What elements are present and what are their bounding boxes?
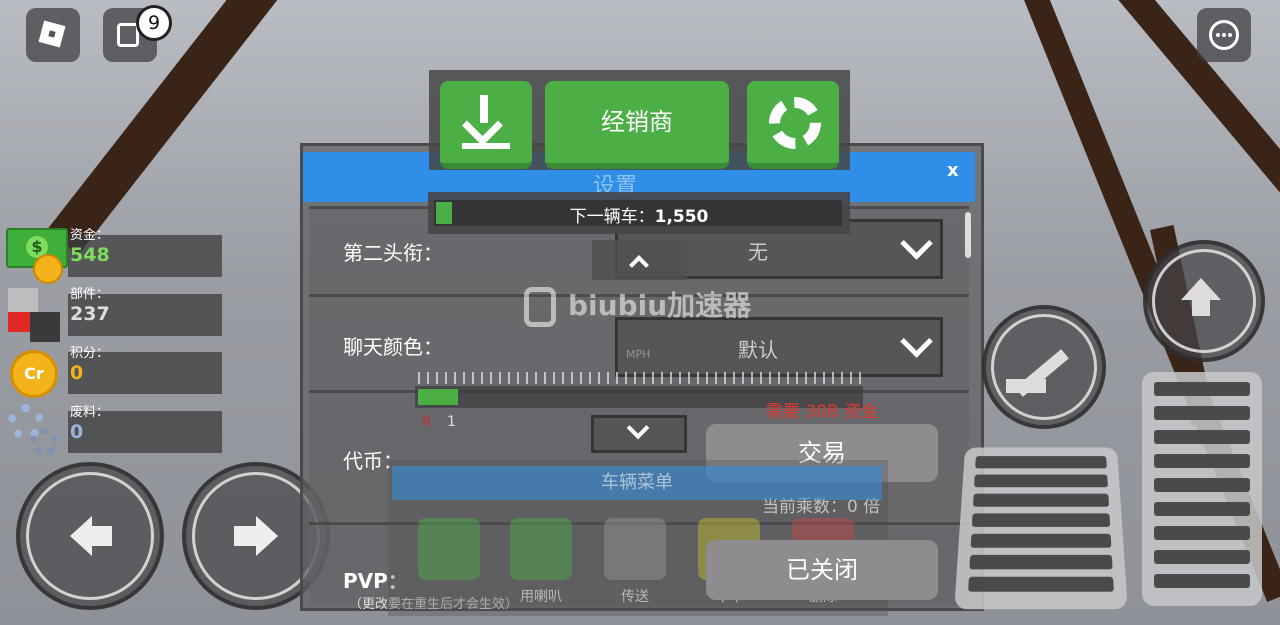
row-label: 聊天颜色：	[343, 335, 443, 359]
tachometer-fill	[418, 389, 458, 405]
settings-scrollbar[interactable]	[965, 212, 971, 258]
coin-icon	[33, 254, 63, 284]
more-icon	[1209, 20, 1239, 50]
pedal-slot	[970, 533, 1112, 548]
download-button[interactable]	[440, 81, 532, 169]
dealer-button[interactable]: 经销商	[545, 81, 729, 169]
pedal-slot	[1154, 382, 1250, 396]
pedal-slot	[1154, 406, 1250, 420]
arrow-left-icon	[70, 516, 92, 556]
credit-coin-icon: Cr	[10, 350, 58, 398]
more-options-button[interactable]	[1197, 8, 1251, 62]
pedal-slot	[1154, 574, 1250, 588]
requirement-text: 需要 30B 资金	[766, 402, 879, 422]
progress-label-text: 下一辆车：	[569, 207, 655, 227]
chevron-up-icon	[629, 255, 649, 275]
token-dropdown[interactable]	[591, 415, 687, 453]
stat-label: 部件：	[70, 287, 110, 302]
flip-button[interactable]	[418, 518, 480, 580]
watermark: biubiu加速器	[524, 284, 751, 327]
vm-label: 用喇叭	[520, 589, 562, 605]
closed-button[interactable]: 已关闭	[706, 540, 938, 600]
chevron-down-icon	[900, 325, 933, 358]
horn-button[interactable]	[510, 518, 572, 580]
stat-label: 积分：	[70, 346, 110, 361]
notification-badge: 9	[136, 5, 172, 41]
settings-button[interactable]	[747, 81, 839, 169]
vehicle-menu-title: 车辆菜单	[392, 466, 882, 500]
progress-value: 1,550	[654, 207, 709, 227]
pedal-slot	[1154, 454, 1250, 468]
next-car-progress: 下一辆车：1,550	[428, 192, 850, 234]
parts-value: 237	[70, 303, 110, 325]
dropdown-value: 默认	[738, 338, 778, 362]
pedal-slot	[972, 493, 1110, 507]
collapse-button[interactable]	[592, 240, 687, 280]
chevron-down-icon	[900, 227, 933, 260]
pedal-slot	[969, 554, 1113, 570]
watermark-logo-icon	[524, 287, 556, 327]
tachometer-ticks	[418, 372, 862, 384]
roblox-logo-icon	[38, 20, 66, 48]
roblox-menu-button[interactable]	[26, 8, 80, 62]
progress-label: 下一辆车：1,550	[428, 202, 850, 227]
row-label: 第二头衔：	[343, 241, 443, 265]
top-action-bar: 经销商	[429, 70, 850, 170]
vm-label: 传送	[621, 589, 649, 605]
brake-pedal[interactable]	[954, 447, 1128, 610]
steer-left-button[interactable]	[16, 462, 164, 610]
pedal-slot	[974, 474, 1108, 488]
settings-close-button[interactable]: x	[947, 160, 959, 181]
pedal-slot	[1154, 526, 1250, 540]
gas-pedal[interactable]	[1142, 372, 1262, 606]
watermark-text: biubiu加速器	[568, 289, 752, 322]
stat-label: 废料：	[70, 405, 110, 420]
credits-value: 0	[70, 362, 84, 384]
speed-unit: MPH	[626, 348, 651, 361]
pedal-slot	[1154, 478, 1250, 492]
gear-first: 1	[447, 414, 456, 430]
scrap-value: 0	[70, 421, 84, 443]
gear-reverse: R	[422, 414, 432, 430]
pedal-slot	[975, 456, 1107, 469]
teleport-button[interactable]	[604, 518, 666, 580]
pedal-slot	[971, 513, 1111, 527]
pedal-slot	[1154, 430, 1250, 444]
pedal-slot	[1154, 550, 1250, 564]
handbrake-button[interactable]	[982, 305, 1106, 429]
shift-up-button[interactable]	[1143, 240, 1265, 362]
pedal-slot	[968, 576, 1114, 592]
arrow-right-icon	[256, 516, 278, 556]
arrow-up-icon	[1181, 278, 1221, 300]
chevron-down-icon	[626, 416, 650, 440]
money-value: 548	[70, 244, 110, 266]
pedal-slot	[1154, 502, 1250, 516]
stat-label: 资金：	[70, 228, 110, 243]
